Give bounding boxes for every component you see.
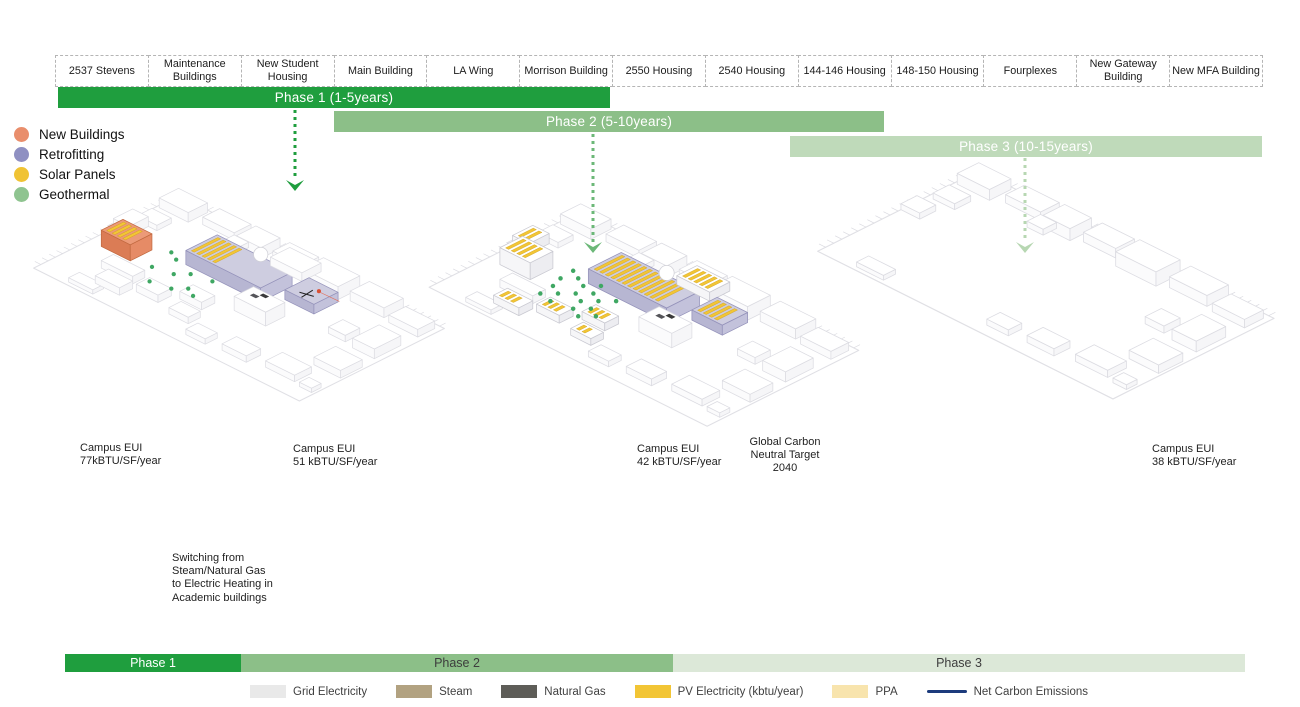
annotation-eui-2052: Campus EUI 38 kBTU/SF/year bbox=[1152, 443, 1236, 469]
legend-swatch-icon bbox=[501, 685, 537, 698]
map-legend-item-retrofitting: Retrofitting bbox=[14, 147, 125, 162]
chart-legend-item-pv-electricity-kbtu-year-: PV Electricity (kbtu/year) bbox=[635, 685, 804, 698]
legend-swatch-icon bbox=[635, 685, 671, 698]
phase2-campus-axonometric bbox=[420, 190, 870, 447]
chart-legend-item-ppa: PPA bbox=[832, 685, 897, 698]
legend-swatch-icon bbox=[250, 685, 286, 698]
legend-swatch-icon bbox=[832, 685, 868, 698]
phase2-arrow-icon bbox=[581, 134, 605, 254]
annotation-eui-2022: Campus EUI 77kBTU/SF/year bbox=[80, 442, 161, 468]
phase1-timeline-label: Phase 1 (1-5years) bbox=[275, 90, 393, 105]
building-cell-7: 2550 Housing bbox=[612, 55, 706, 87]
building-cell-6: Morrison Building bbox=[519, 55, 613, 87]
annotation-eui-2037: Campus EUI 42 kBTU/SF/year bbox=[637, 443, 721, 469]
phase1-arrow-icon bbox=[283, 110, 307, 192]
phase3-campus-axonometric bbox=[808, 148, 1286, 421]
building-header-row: 2537 StevensMaintenance BuildingsNew Stu… bbox=[55, 55, 1263, 87]
phase2-timeline-label: Phase 2 (5-10years) bbox=[546, 114, 672, 129]
phase3-chart-label: Phase 3 bbox=[936, 656, 982, 670]
legend-label: Net Carbon Emissions bbox=[974, 686, 1088, 698]
building-cell-9: 144-146 Housing bbox=[798, 55, 892, 87]
phase3-chart-bar: Phase 3 bbox=[673, 654, 1245, 672]
legend-label: Steam bbox=[439, 686, 472, 698]
legend-label: Grid Electricity bbox=[293, 686, 367, 698]
legend-label: Natural Gas bbox=[544, 686, 605, 698]
legend-line-icon bbox=[927, 690, 967, 694]
map-legend-item-new-buildings: New Buildings bbox=[14, 127, 125, 142]
building-cell-3: New Student Housing bbox=[241, 55, 335, 87]
phase1-campus-axonometric bbox=[25, 175, 455, 421]
legend-label: New Buildings bbox=[39, 127, 125, 142]
chart-legend-item-steam: Steam bbox=[396, 685, 472, 698]
annotation-eui-2028: Campus EUI 51 kBTU/SF/year bbox=[293, 443, 377, 469]
building-cell-11: Fourplexes bbox=[983, 55, 1077, 87]
building-cell-8: 2540 Housing bbox=[705, 55, 799, 87]
phase1-timeline-bar: Phase 1 (1-5years) bbox=[58, 87, 610, 108]
building-cell-12: New Gateway Building bbox=[1076, 55, 1170, 87]
phase1-chart-bar: Phase 1 bbox=[65, 654, 241, 672]
legend-dot-icon bbox=[14, 147, 29, 162]
building-cell-13: New MFA Building bbox=[1169, 55, 1263, 87]
building-cell-1: 2537 Stevens bbox=[55, 55, 149, 87]
phase3-arrow-icon bbox=[1013, 158, 1037, 254]
legend-label: PPA bbox=[875, 686, 897, 698]
building-cell-2: Maintenance Buildings bbox=[148, 55, 242, 87]
building-cell-5: LA Wing bbox=[426, 55, 520, 87]
annotation-carbon-target: Global Carbon Neutral Target 2040 bbox=[731, 436, 839, 476]
annotation-switching-note: Switching from Steam/Natural Gas to Elec… bbox=[172, 552, 273, 605]
phase2-timeline-bar: Phase 2 (5-10years) bbox=[334, 111, 884, 132]
chart-legend-item-net-carbon-emissions: Net Carbon Emissions bbox=[927, 686, 1088, 698]
legend-swatch-icon bbox=[396, 685, 432, 698]
legend-dot-icon bbox=[14, 127, 29, 142]
legend-label: Retrofitting bbox=[39, 147, 104, 162]
phase2-chart-bar: Phase 2 bbox=[241, 654, 673, 672]
building-cell-10: 148-150 Housing bbox=[891, 55, 985, 87]
chart-legend: Grid Electricity Steam Natural Gas PV Elect… bbox=[250, 685, 1088, 698]
building-cell-4: Main Building bbox=[334, 55, 428, 87]
phase1-chart-label: Phase 1 bbox=[130, 656, 176, 670]
chart-legend-item-natural-gas: Natural Gas bbox=[501, 685, 605, 698]
chart-legend-item-grid-electricity: Grid Electricity bbox=[250, 685, 367, 698]
legend-label: PV Electricity (kbtu/year) bbox=[678, 686, 804, 698]
campus-decarbonization-infographic: 2537 StevensMaintenance BuildingsNew Stu… bbox=[0, 0, 1300, 707]
phase2-chart-label: Phase 2 bbox=[434, 656, 480, 670]
